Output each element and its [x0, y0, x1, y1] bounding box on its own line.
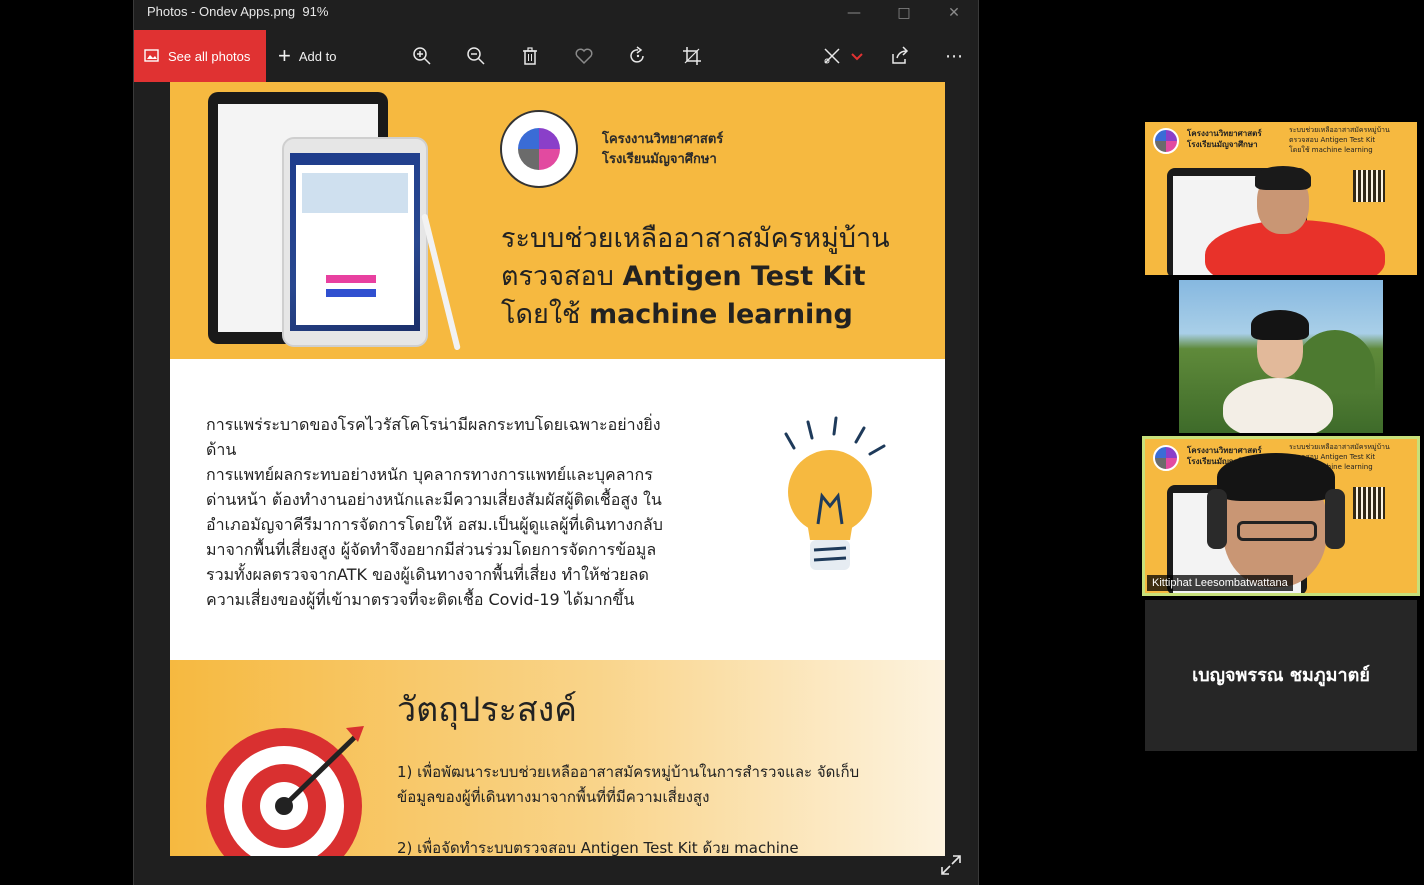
- poster-header: โครงงานวิทยาศาสตร์ โรงเรียนมัญจาศึกษา ระ…: [170, 82, 945, 359]
- poster-title: ระบบช่วยเหลืออาสาสมัครหมู่บ้าน ตรวจสอบ A…: [501, 220, 890, 334]
- objective-item-1: 1) เพื่อพัฒนาระบบช่วยเหลืออาสาสมัครหมู่บ…: [397, 763, 860, 806]
- photos-window: Photos - Ondev Apps.png 91% — □ ✕ See al…: [133, 0, 979, 885]
- participant-hair: [1217, 453, 1335, 501]
- participant-video-1[interactable]: โครงงานวิทยาศาสตร์ โรงเรียนมัญจาศึกษา ระบ…: [1145, 122, 1417, 275]
- objective-section: วัตถุประสงค์ 1) เพื่อพัฒนาระบบช่วยเหลืออ…: [170, 660, 945, 856]
- share-icon[interactable]: [888, 44, 912, 68]
- glasses: [1237, 521, 1317, 541]
- zoom-in-icon[interactable]: [410, 44, 434, 68]
- maximize-button[interactable]: □: [879, 0, 929, 26]
- participant-person: [1223, 378, 1333, 433]
- minimize-button[interactable]: —: [829, 0, 879, 26]
- participant-audio-only[interactable]: เบญจพรรณ ชมภูมาตย์: [1145, 600, 1417, 751]
- add-to-button[interactable]: + Add to: [278, 30, 336, 82]
- see-all-photos-label: See all photos: [168, 48, 251, 64]
- tablet-front-image: [282, 137, 428, 347]
- poster-title-line-2: ตรวจสอบ Antigen Test Kit: [501, 261, 866, 292]
- zoom-level: 91%: [302, 4, 329, 19]
- displayed-image: โครงงานวิทยาศาสตร์ โรงเรียนมัญจาศึกษา ระ…: [170, 82, 945, 856]
- crop-icon[interactable]: [680, 44, 704, 68]
- poster-body-text: การแพร่ระบาดของโรคไวรัสโคโรน่ามีผลกระทบโ…: [206, 415, 663, 609]
- participant-name-label: Kittiphat Leesombatwattana: [1147, 575, 1293, 591]
- headphones: [1207, 489, 1227, 549]
- photos-icon: [144, 49, 159, 62]
- desktop: Photos - Ondev Apps.png 91% — □ ✕ See al…: [0, 0, 1424, 885]
- chevron-down-icon[interactable]: [846, 44, 868, 68]
- title-bar: Photos - Ondev Apps.png 91% — □ ✕: [134, 0, 978, 26]
- qr-code: [1353, 170, 1385, 202]
- target-icon: [206, 726, 364, 856]
- objective-title: วัตถุประสงค์: [397, 690, 577, 730]
- add-to-label: Add to: [298, 48, 337, 64]
- school-logo: [1153, 445, 1179, 471]
- slide-school-name: โครงงานวิทยาศาสตร์ โรงเรียนมัญจาศึกษา: [1187, 129, 1262, 149]
- school-line-1: โครงงานวิทยาศาสตร์: [602, 132, 724, 147]
- school-logo: [1153, 128, 1179, 154]
- see-all-photos-button[interactable]: See all photos: [134, 30, 266, 82]
- toolbar: See all photos + Add to ⋯: [134, 30, 978, 82]
- more-options-icon[interactable]: ⋯: [942, 44, 966, 68]
- close-button[interactable]: ✕: [929, 0, 979, 26]
- participant-hair: [1251, 310, 1309, 340]
- poster-title-line-1: ระบบช่วยเหลืออาสาสมัครหมู่บ้าน: [501, 223, 890, 254]
- plus-icon: +: [278, 43, 291, 68]
- edit-draw-icon[interactable]: [820, 44, 844, 68]
- participant-video-active-speaker[interactable]: โครงงานวิทยาศาสตร์ โรงเรียนมัญจาศึกษา ระบ…: [1142, 436, 1420, 596]
- participant-hair: [1255, 166, 1311, 190]
- shared-slide-header: โครงงานวิทยาศาสตร์ โรงเรียนมัญจาศึกษา ระบ…: [1145, 122, 1417, 160]
- headphones-right: [1325, 489, 1345, 549]
- rotate-icon[interactable]: [626, 44, 650, 68]
- participant-name: เบญจพรรณ ชมภูมาตย์: [1192, 665, 1370, 686]
- favorite-heart-icon[interactable]: [572, 44, 596, 68]
- window-title: Photos - Ondev Apps.png 91%: [147, 4, 329, 19]
- zoom-out-icon[interactable]: [464, 44, 488, 68]
- poster-title-line-3: โดยใช้ machine learning: [501, 299, 853, 330]
- lightbulb-icon: [784, 416, 886, 570]
- qr-code: [1353, 487, 1385, 519]
- school-line-2: โรงเรียนมัญจาศึกษา: [602, 152, 717, 167]
- fullscreen-expand-icon[interactable]: [939, 853, 963, 877]
- slide-project-title: ระบบช่วยเหลืออาสาสมัครหมู่บ้าน ตรวจสอบ An…: [1289, 126, 1390, 154]
- objective-item-2: 2) เพื่อจัดทำระบบตรวจสอบ Antigen Test Ki…: [397, 839, 799, 856]
- school-logo: [500, 110, 578, 188]
- delete-icon[interactable]: [518, 44, 542, 68]
- participant-video-2[interactable]: [1145, 280, 1417, 433]
